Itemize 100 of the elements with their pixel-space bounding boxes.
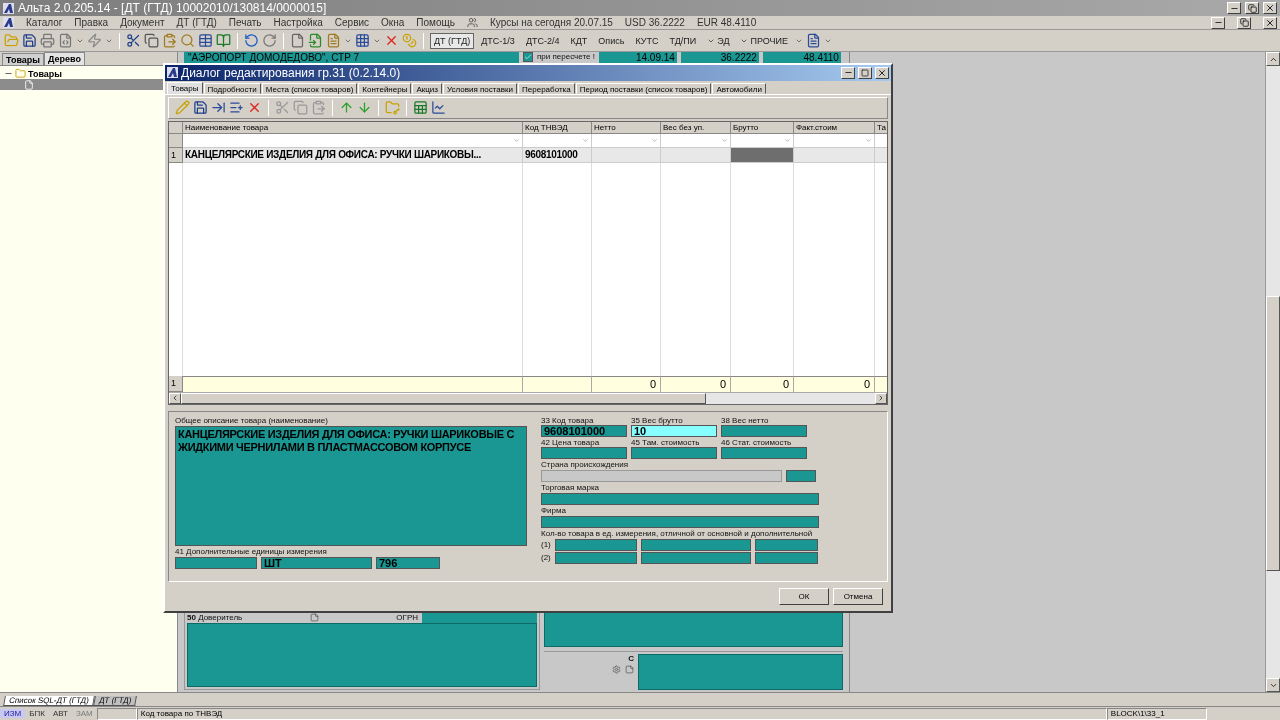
table-cell[interactable] xyxy=(794,147,875,163)
xml-file-icon[interactable] xyxy=(58,33,73,48)
note-icon[interactable] xyxy=(310,612,320,622)
dialog-tab[interactable]: Места (список товаров) xyxy=(261,82,358,94)
document-type-button[interactable]: Опись xyxy=(594,32,629,49)
quantity-field[interactable] xyxy=(754,538,818,551)
cancel-button[interactable]: Отмена xyxy=(833,588,883,605)
value-field[interactable]: 36.2222 xyxy=(680,52,759,64)
minimize-button[interactable] xyxy=(1211,16,1225,29)
document-type-button[interactable]: ТД/ПИ xyxy=(665,32,701,49)
search-icon[interactable] xyxy=(180,33,195,48)
panel-tab[interactable]: Товары xyxy=(2,53,45,65)
document-type-button[interactable]: ДТС-2/4 xyxy=(521,32,564,49)
dialog-tab[interactable]: Контейнеры xyxy=(358,82,412,94)
column-header[interactable]: Нетто xyxy=(592,121,661,134)
menu-item[interactable]: Помощь xyxy=(416,17,455,28)
country-code-field[interactable] xyxy=(786,469,816,482)
menu-item[interactable]: Правка xyxy=(74,17,109,28)
save-icon[interactable] xyxy=(22,33,37,48)
document-list-icon[interactable] xyxy=(806,33,822,48)
add-rows-icon[interactable] xyxy=(229,100,244,116)
note-icon[interactable] xyxy=(625,664,634,674)
column-header[interactable]: Брутто xyxy=(731,121,794,134)
table-cell[interactable]: 9608101000 xyxy=(523,147,592,163)
close-button[interactable] xyxy=(1263,2,1277,14)
book-icon[interactable] xyxy=(216,33,231,48)
menu-item[interactable]: Настройка xyxy=(273,17,323,28)
dialog-tab[interactable]: Подробности xyxy=(203,82,261,94)
save-icon[interactable] xyxy=(193,100,208,116)
table-cell[interactable]: КАНЦЕЛЯРСКИЕ ИЗДЕЛИЯ ДЛЯ ОФИСА: РУЧКИ ШАРИКОВЫ... xyxy=(183,147,523,163)
gear-icon[interactable] xyxy=(612,664,621,674)
table-icon[interactable] xyxy=(198,33,213,48)
menu-item[interactable]: ДТ (ГТД) xyxy=(176,17,217,28)
document-type-button[interactable]: ДТС-1/3 xyxy=(477,32,519,49)
menu-item[interactable]: Окна xyxy=(381,17,405,28)
menu-item[interactable]: Печать xyxy=(228,17,262,28)
minimize-button[interactable] xyxy=(1227,2,1241,14)
printer-icon[interactable] xyxy=(40,33,55,48)
delete-icon[interactable] xyxy=(384,33,399,48)
quantity-field[interactable] xyxy=(554,551,637,564)
quantity-field[interactable] xyxy=(640,551,751,564)
scrollbar[interactable] xyxy=(1265,52,1280,692)
unit-field[interactable]: ШТ xyxy=(261,556,372,569)
close-button[interactable] xyxy=(1263,16,1277,29)
description-field[interactable]: КАНЦЕЛЯРСКИЕ ИЗДЕЛИЯ ДЛЯ ОФИСА: РУЧКИ ШАРИКОВЫЕ С ЖИДКИМИ ЧЕРНИЛАМИ В ПЛАСТМАССОВОМ КОРПУСЕ xyxy=(175,425,527,546)
grid-icon[interactable] xyxy=(355,33,370,48)
menu-item[interactable]: Сервис xyxy=(334,17,370,28)
value-field[interactable]: 9608101000 xyxy=(541,424,627,437)
document-type-button[interactable]: ПРОЧИЕ xyxy=(736,32,793,49)
quantity-field[interactable] xyxy=(754,551,818,564)
value-field[interactable]: 10 xyxy=(631,424,717,437)
dialog-tab[interactable]: Переработка xyxy=(518,82,575,94)
restore-button[interactable] xyxy=(1237,16,1251,29)
back-icon[interactable] xyxy=(244,33,259,48)
dialog-tab[interactable]: Акциз xyxy=(412,82,442,94)
table-cell[interactable] xyxy=(592,147,661,163)
chart-icon[interactable] xyxy=(431,100,446,116)
firm-field[interactable] xyxy=(541,515,819,528)
quantity-field[interactable] xyxy=(554,538,637,551)
refresh-icon[interactable] xyxy=(262,33,277,48)
scroll-right-icon[interactable] xyxy=(877,394,885,403)
text-field[interactable] xyxy=(638,653,843,690)
document-type-button[interactable]: ДТ (ГТД) xyxy=(430,32,475,49)
ok-button[interactable]: ОК xyxy=(779,588,829,605)
maximize-button[interactable] xyxy=(858,66,872,79)
document-import-icon[interactable] xyxy=(308,33,323,48)
new-document-icon[interactable] xyxy=(290,33,305,48)
menu-item[interactable]: Каталог xyxy=(26,17,63,28)
restore-button[interactable] xyxy=(1245,2,1259,14)
document-type-button[interactable]: ЭД xyxy=(703,32,734,49)
unit-field[interactable]: 796 xyxy=(376,556,440,569)
paste-icon[interactable] xyxy=(162,33,177,48)
cut-icon[interactable] xyxy=(126,33,141,48)
value-field[interactable] xyxy=(721,424,807,437)
trademark-field[interactable] xyxy=(541,492,819,505)
value-field[interactable] xyxy=(541,446,627,459)
down-arrow-icon[interactable] xyxy=(357,100,372,116)
unit-field[interactable] xyxy=(175,556,257,569)
value-field[interactable] xyxy=(721,446,807,459)
principal-field[interactable] xyxy=(187,623,537,687)
column-header[interactable]: Вес без уп. xyxy=(661,121,731,134)
quantity-field[interactable] xyxy=(640,538,751,551)
lightning-icon[interactable] xyxy=(87,33,102,48)
dialog-tab[interactable]: Условия поставки xyxy=(443,82,518,94)
document-type-button[interactable]: КУТС xyxy=(631,32,663,49)
scroll-left-icon[interactable] xyxy=(171,394,179,403)
dialog-tab[interactable]: Товары xyxy=(167,81,203,94)
column-header[interactable]: Код ТНВЭД xyxy=(523,121,592,134)
document-type-button[interactable]: КДТ xyxy=(566,32,592,49)
dialog-tab[interactable]: Период поставки (список товаров) xyxy=(575,82,712,94)
tree-item[interactable]: Товары xyxy=(0,68,177,79)
value-field[interactable]: 48.4110 xyxy=(762,52,841,64)
menu-item[interactable]: Документ xyxy=(120,17,165,28)
close-button[interactable] xyxy=(875,66,889,79)
address-field[interactable]: "АЭРОПОРТ ДОМОДЕДОВО", СТР 7 xyxy=(184,52,519,64)
checkbox[interactable] xyxy=(523,52,533,62)
panel-tab[interactable]: Дерево xyxy=(44,52,85,65)
document-icon[interactable] xyxy=(326,33,341,48)
column-header[interactable]: Факт.стоим xyxy=(794,121,875,134)
value-field[interactable] xyxy=(631,446,717,459)
